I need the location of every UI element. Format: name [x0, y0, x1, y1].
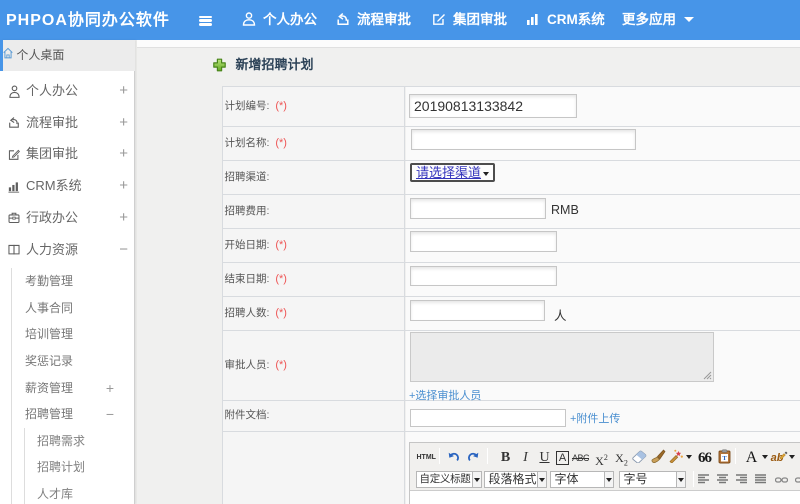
svg-text:T: T: [722, 455, 727, 462]
